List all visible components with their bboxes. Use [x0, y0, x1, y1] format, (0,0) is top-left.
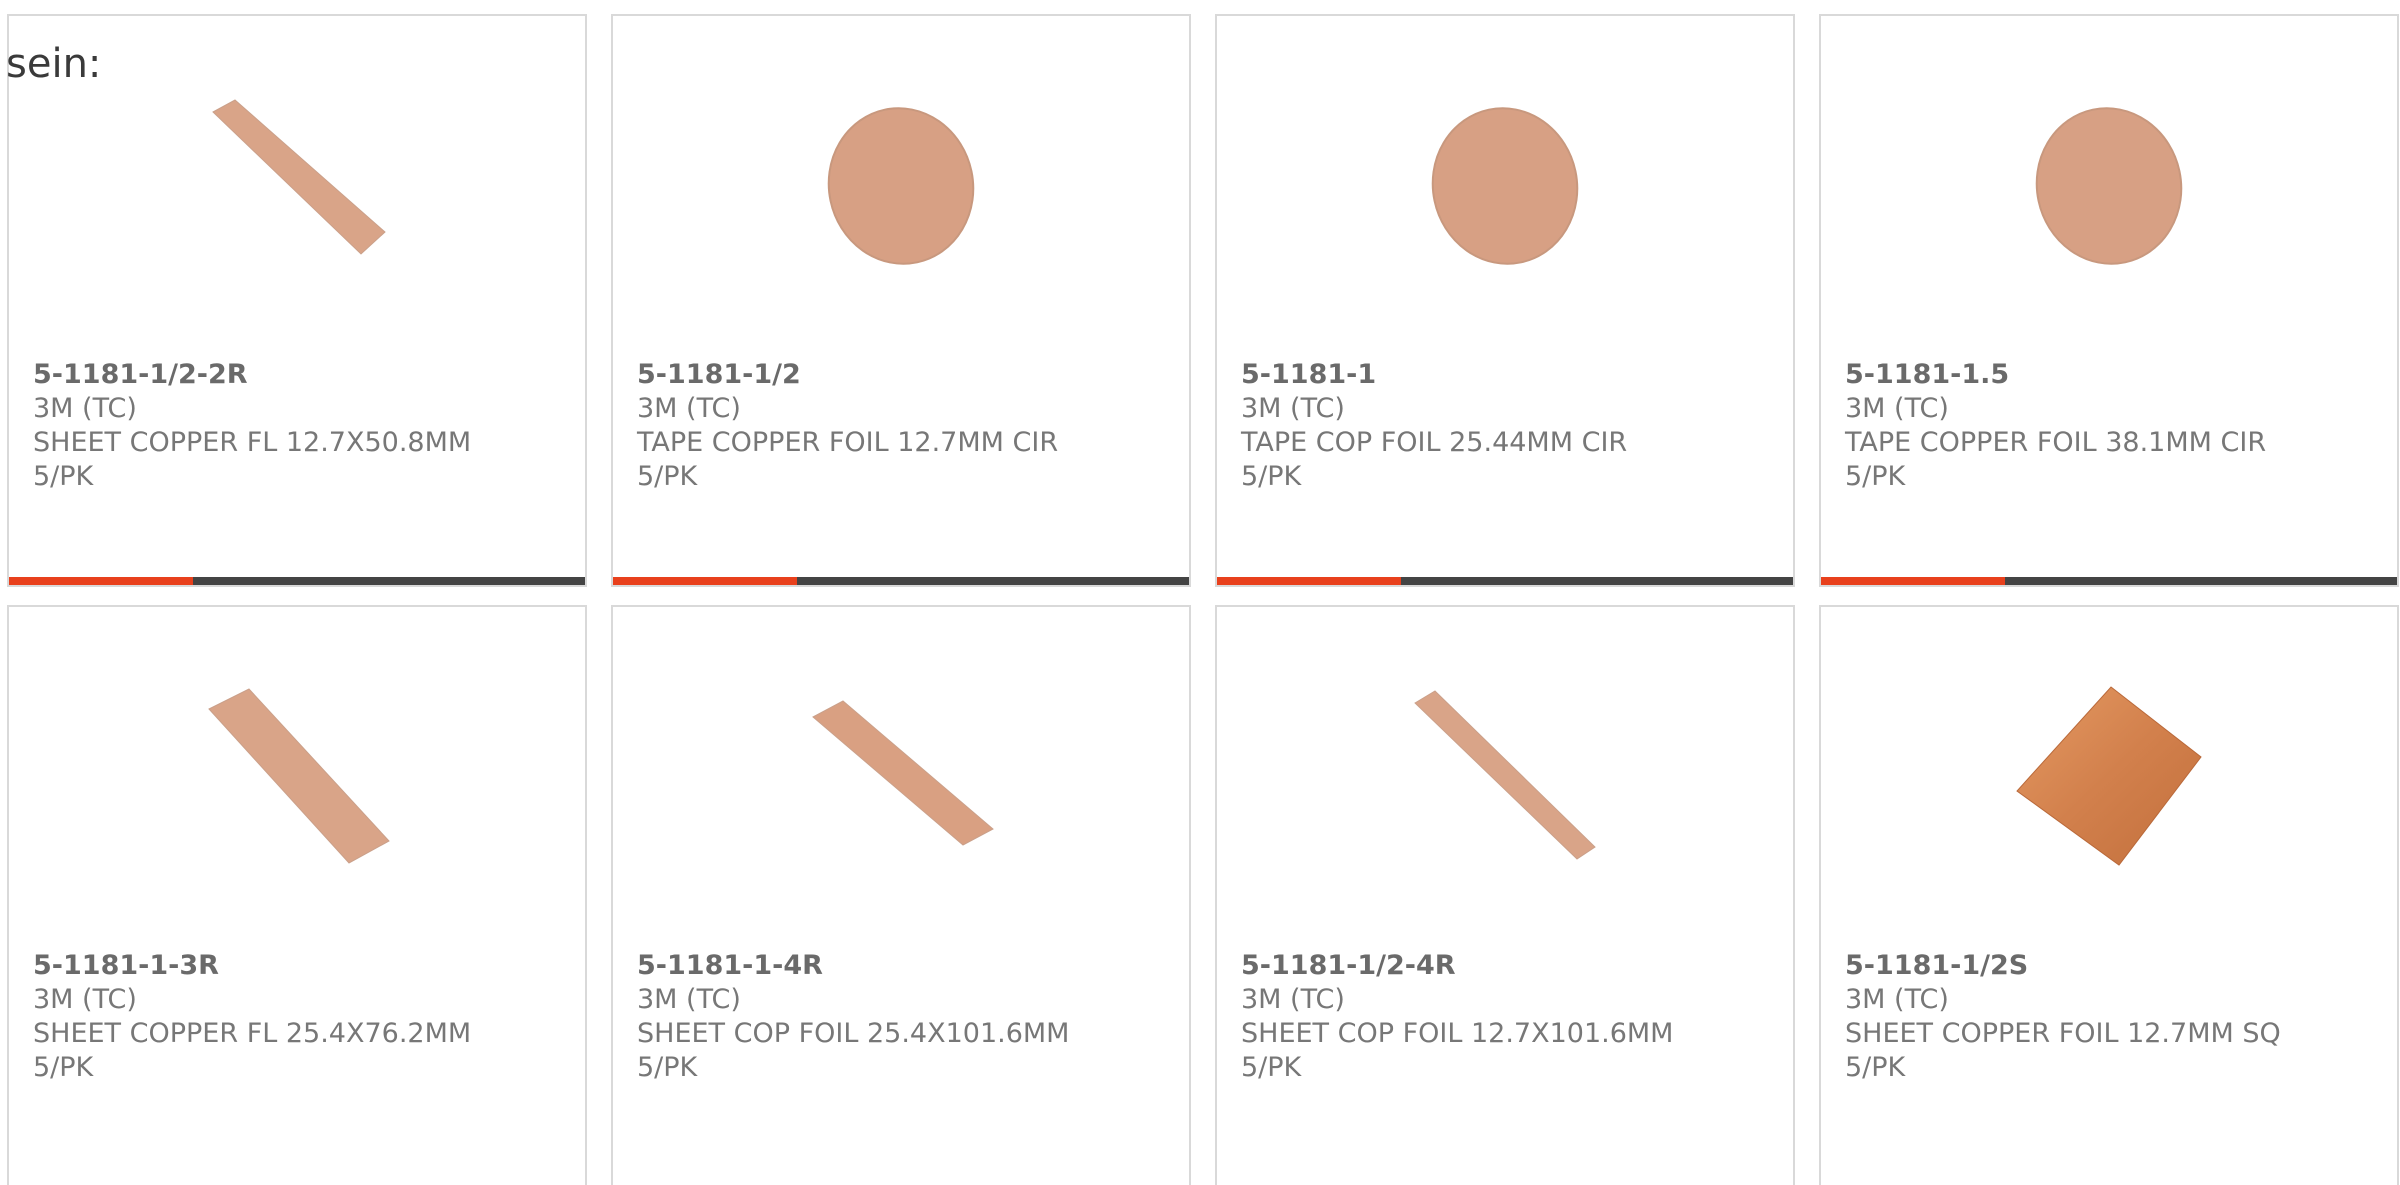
brand: 3M (TC) [33, 984, 137, 1015]
brand: 3M (TC) [1845, 984, 1949, 1015]
product-card[interactable]: 5-1181-1/2-2R 3M (TC) SHEET COPPER FL 12… [7, 14, 587, 587]
card-accent-bar [1821, 577, 2397, 585]
part-number[interactable]: 5-1181-1/2-4R [1241, 949, 1673, 983]
product-card[interactable]: 5-1181-1 3M (TC) TAPE COP FOIL 25.44MM C… [1215, 14, 1795, 587]
product-grid: 5-1181-1/2-2R 3M (TC) SHEET COPPER FL 12… [0, 0, 2400, 1185]
part-number[interactable]: 5-1181-1-3R [33, 949, 471, 983]
brand: 3M (TC) [1241, 393, 1345, 424]
product-image[interactable] [803, 88, 1003, 288]
pack-size: 5/PK [1845, 1052, 1906, 1083]
product-card[interactable]: 5-1181-1-3R 3M (TC) SHEET COPPER FL 25.4… [7, 605, 587, 1185]
part-number[interactable]: 5-1181-1/2-2R [33, 358, 471, 392]
product-image[interactable] [803, 679, 1003, 879]
pack-size: 5/PK [1845, 461, 1906, 492]
part-number[interactable]: 5-1181-1.5 [1845, 358, 2266, 392]
part-number[interactable]: 5-1181-1/2S [1845, 949, 2281, 983]
description: TAPE COPPER FOIL 38.1MM CIR [1845, 427, 2267, 458]
brand: 3M (TC) [637, 393, 741, 424]
product-image[interactable] [1407, 679, 1607, 879]
section-heading: sein: [6, 41, 102, 87]
product-image[interactable] [2011, 88, 2211, 288]
brand: 3M (TC) [33, 393, 137, 424]
pack-size: 5/PK [637, 1052, 698, 1083]
product-card[interactable]: 5-1181-1-4R 3M (TC) SHEET COP FOIL 25.4X… [611, 605, 1191, 1185]
card-accent-bar [613, 577, 1189, 585]
product-card[interactable]: 5-1181-1/2-4R 3M (TC) SHEET COP FOIL 12.… [1215, 605, 1795, 1185]
part-number[interactable]: 5-1181-1/2 [637, 358, 1058, 392]
part-number[interactable]: 5-1181-1-4R [637, 949, 1069, 983]
description: SHEET COP FOIL 25.4X101.6MM [637, 1018, 1070, 1049]
description: SHEET COPPER FL 12.7X50.8MM [33, 427, 472, 458]
description: SHEET COPPER FL 25.4X76.2MM [33, 1018, 472, 1049]
brand: 3M (TC) [1241, 984, 1345, 1015]
description: TAPE COP FOIL 25.44MM CIR [1241, 427, 1628, 458]
product-card[interactable]: 5-1181-1/2S 3M (TC) SHEET COPPER FOIL 12… [1819, 605, 2399, 1185]
brand: 3M (TC) [1845, 393, 1949, 424]
description: TAPE COPPER FOIL 12.7MM CIR [637, 427, 1059, 458]
pack-size: 5/PK [1241, 461, 1302, 492]
brand: 3M (TC) [637, 984, 741, 1015]
pack-size: 5/PK [33, 1052, 94, 1083]
product-card[interactable]: 5-1181-1.5 3M (TC) TAPE COPPER FOIL 38.1… [1819, 14, 2399, 587]
pack-size: 5/PK [1241, 1052, 1302, 1083]
product-image[interactable] [2011, 679, 2211, 879]
part-number[interactable]: 5-1181-1 [1241, 358, 1627, 392]
product-image[interactable] [199, 88, 399, 288]
product-image[interactable] [199, 679, 399, 879]
card-accent-bar [1217, 577, 1793, 585]
pack-size: 5/PK [637, 461, 698, 492]
product-card[interactable]: 5-1181-1/2 3M (TC) TAPE COPPER FOIL 12.7… [611, 14, 1191, 587]
description: SHEET COPPER FOIL 12.7MM SQ [1845, 1018, 2281, 1049]
pack-size: 5/PK [33, 461, 94, 492]
description: SHEET COP FOIL 12.7X101.6MM [1241, 1018, 1674, 1049]
card-accent-bar [9, 577, 585, 585]
product-image[interactable] [1407, 88, 1607, 288]
